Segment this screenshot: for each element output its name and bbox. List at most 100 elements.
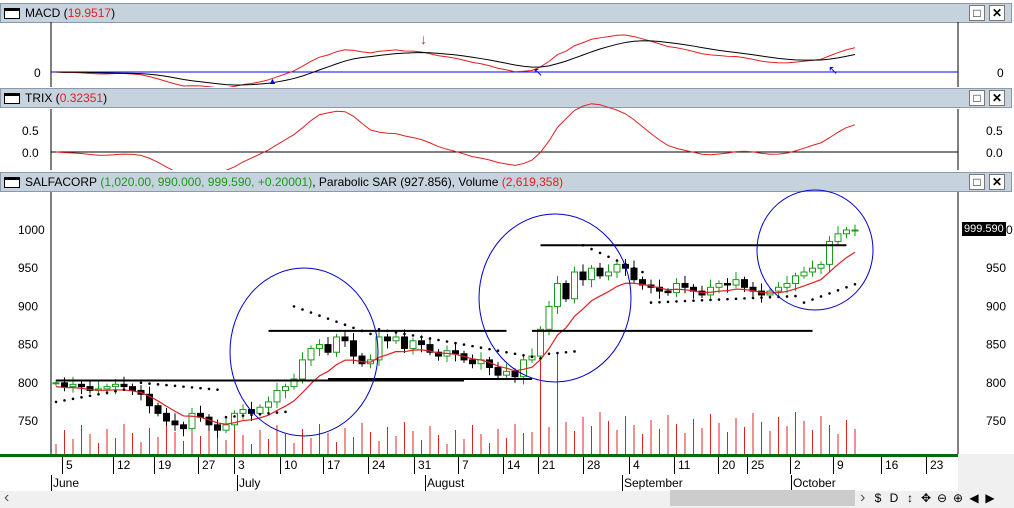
sar-dot	[828, 292, 831, 295]
sar-dot	[556, 351, 559, 355]
scroll-right-button[interactable]: ›	[860, 489, 865, 507]
candle-body	[834, 233, 842, 242]
candle-body	[792, 275, 799, 284]
date-tick: 20	[718, 457, 735, 474]
candle-body	[707, 286, 714, 296]
sar-dot	[258, 412, 262, 416]
scroll-bar[interactable]: ‹ › $ D ↕ ✥ ⊖ ⊕ ◀ ▶	[0, 488, 1014, 508]
candle-body	[324, 344, 332, 353]
sar-dot	[505, 350, 508, 354]
trix-pane: TRIX (0.32351) □ ✕ 0.5 0.0 0.5 0.0	[0, 87, 1014, 170]
toolbar-button[interactable]: ▶	[982, 491, 998, 505]
candle-body	[452, 350, 459, 355]
date-tick: 4	[629, 457, 640, 474]
date-tick: 17	[323, 457, 340, 474]
candle-body	[307, 347, 315, 361]
sar-dot	[454, 341, 457, 345]
toolbar-button[interactable]: ↕	[902, 491, 918, 505]
price-pane: SALFACORP (1,020.00, 990.000, 999.590, +…	[0, 170, 1014, 454]
price-plot: 10001000950950900900850850800800750750	[18, 189, 1013, 454]
scroll-thumb[interactable]	[670, 490, 855, 506]
sell-arrow-icon: ↓	[420, 31, 427, 47]
candle-body	[545, 305, 553, 330]
last-price-label: 999.590	[962, 222, 1006, 236]
candle-body	[171, 420, 179, 426]
candle-body	[732, 279, 740, 286]
date-tick: 9	[833, 457, 844, 474]
sar-dot	[488, 347, 491, 351]
sar-dot	[445, 340, 449, 343]
toolbar-button[interactable]: ◀	[966, 491, 982, 505]
candle-body	[384, 336, 391, 342]
candle-body	[392, 336, 400, 342]
sar-dot	[819, 295, 823, 298]
toolbar-button[interactable]: ⊕	[950, 491, 966, 505]
sar-dot	[80, 396, 83, 399]
sar-dot	[275, 411, 279, 414]
candle-body	[554, 282, 561, 307]
highlight-circle	[756, 189, 874, 311]
candle-body	[112, 383, 119, 388]
sar-dot	[156, 383, 160, 386]
sar-dot	[139, 381, 143, 385]
sar-dot	[751, 296, 755, 300]
candle-body	[469, 359, 476, 365]
date-axis: 5 12 19 27 3 10 17 24 31 7 14 21 28 4 11 20 25 2 9 16 23 June…	[0, 454, 958, 491]
toolbar-button[interactable]: ✥	[918, 491, 934, 505]
candle-body	[103, 386, 111, 390]
sar-dot	[403, 332, 406, 336]
candle-body	[69, 383, 77, 388]
date-tick: 3	[234, 457, 245, 474]
macd-pane: MACD (19.9517) □ ✕ 0 0 ↓ ↖ ↖ ▲	[0, 0, 1014, 87]
date-tick: 19	[154, 457, 171, 474]
scroll-left-button[interactable]: ‹	[4, 489, 9, 507]
candle-body	[282, 386, 289, 391]
candle-body	[724, 282, 731, 286]
sar-dot	[590, 247, 593, 251]
sar-dot	[692, 299, 695, 302]
y-label: 900	[18, 299, 38, 313]
candle-body	[809, 267, 816, 273]
sar-dot	[658, 300, 661, 304]
toolbar-button[interactable]: $	[870, 491, 886, 505]
candle-body	[333, 336, 340, 353]
candle-body	[265, 401, 272, 408]
sar-dot	[224, 415, 228, 419]
candle-body	[494, 367, 502, 376]
candle-body	[418, 340, 425, 346]
candle-body	[783, 282, 791, 288]
y-label-right: 850	[986, 338, 1006, 352]
candle-body	[358, 355, 366, 365]
candle-body	[800, 271, 808, 277]
candle-body	[120, 383, 128, 388]
sar-dot	[411, 334, 415, 337]
sar-dot	[343, 323, 347, 327]
date-tick: 7	[458, 457, 469, 474]
sar-dot	[479, 346, 483, 349]
candle-body	[503, 370, 510, 376]
sar-dot	[496, 349, 500, 353]
sar-dot	[54, 400, 58, 404]
sar-dot	[734, 297, 738, 301]
sar-dot	[437, 338, 440, 342]
toolbar-button[interactable]: ⊖	[934, 491, 950, 505]
sar-dot	[250, 413, 253, 417]
macd-plot: ↓ ↖ ↖ ▲	[50, 22, 959, 87]
macd-line	[55, 34, 856, 87]
sar-dot	[564, 350, 568, 354]
marker-icon: ▲	[268, 76, 277, 86]
candle-body	[775, 286, 782, 292]
candle-body	[350, 340, 357, 357]
candle-body	[61, 382, 68, 388]
sar-dot	[148, 382, 151, 385]
candle-body	[605, 271, 612, 277]
trix-line	[55, 103, 856, 170]
sar-dot	[785, 295, 789, 298]
sar-dot	[165, 383, 168, 387]
y-label-right: 950	[986, 261, 1006, 275]
candle-body	[571, 271, 578, 300]
toolbar-button[interactable]: D	[886, 491, 902, 505]
candle-body	[180, 424, 187, 430]
candle-body	[511, 370, 519, 378]
sar-dot	[335, 320, 338, 323]
